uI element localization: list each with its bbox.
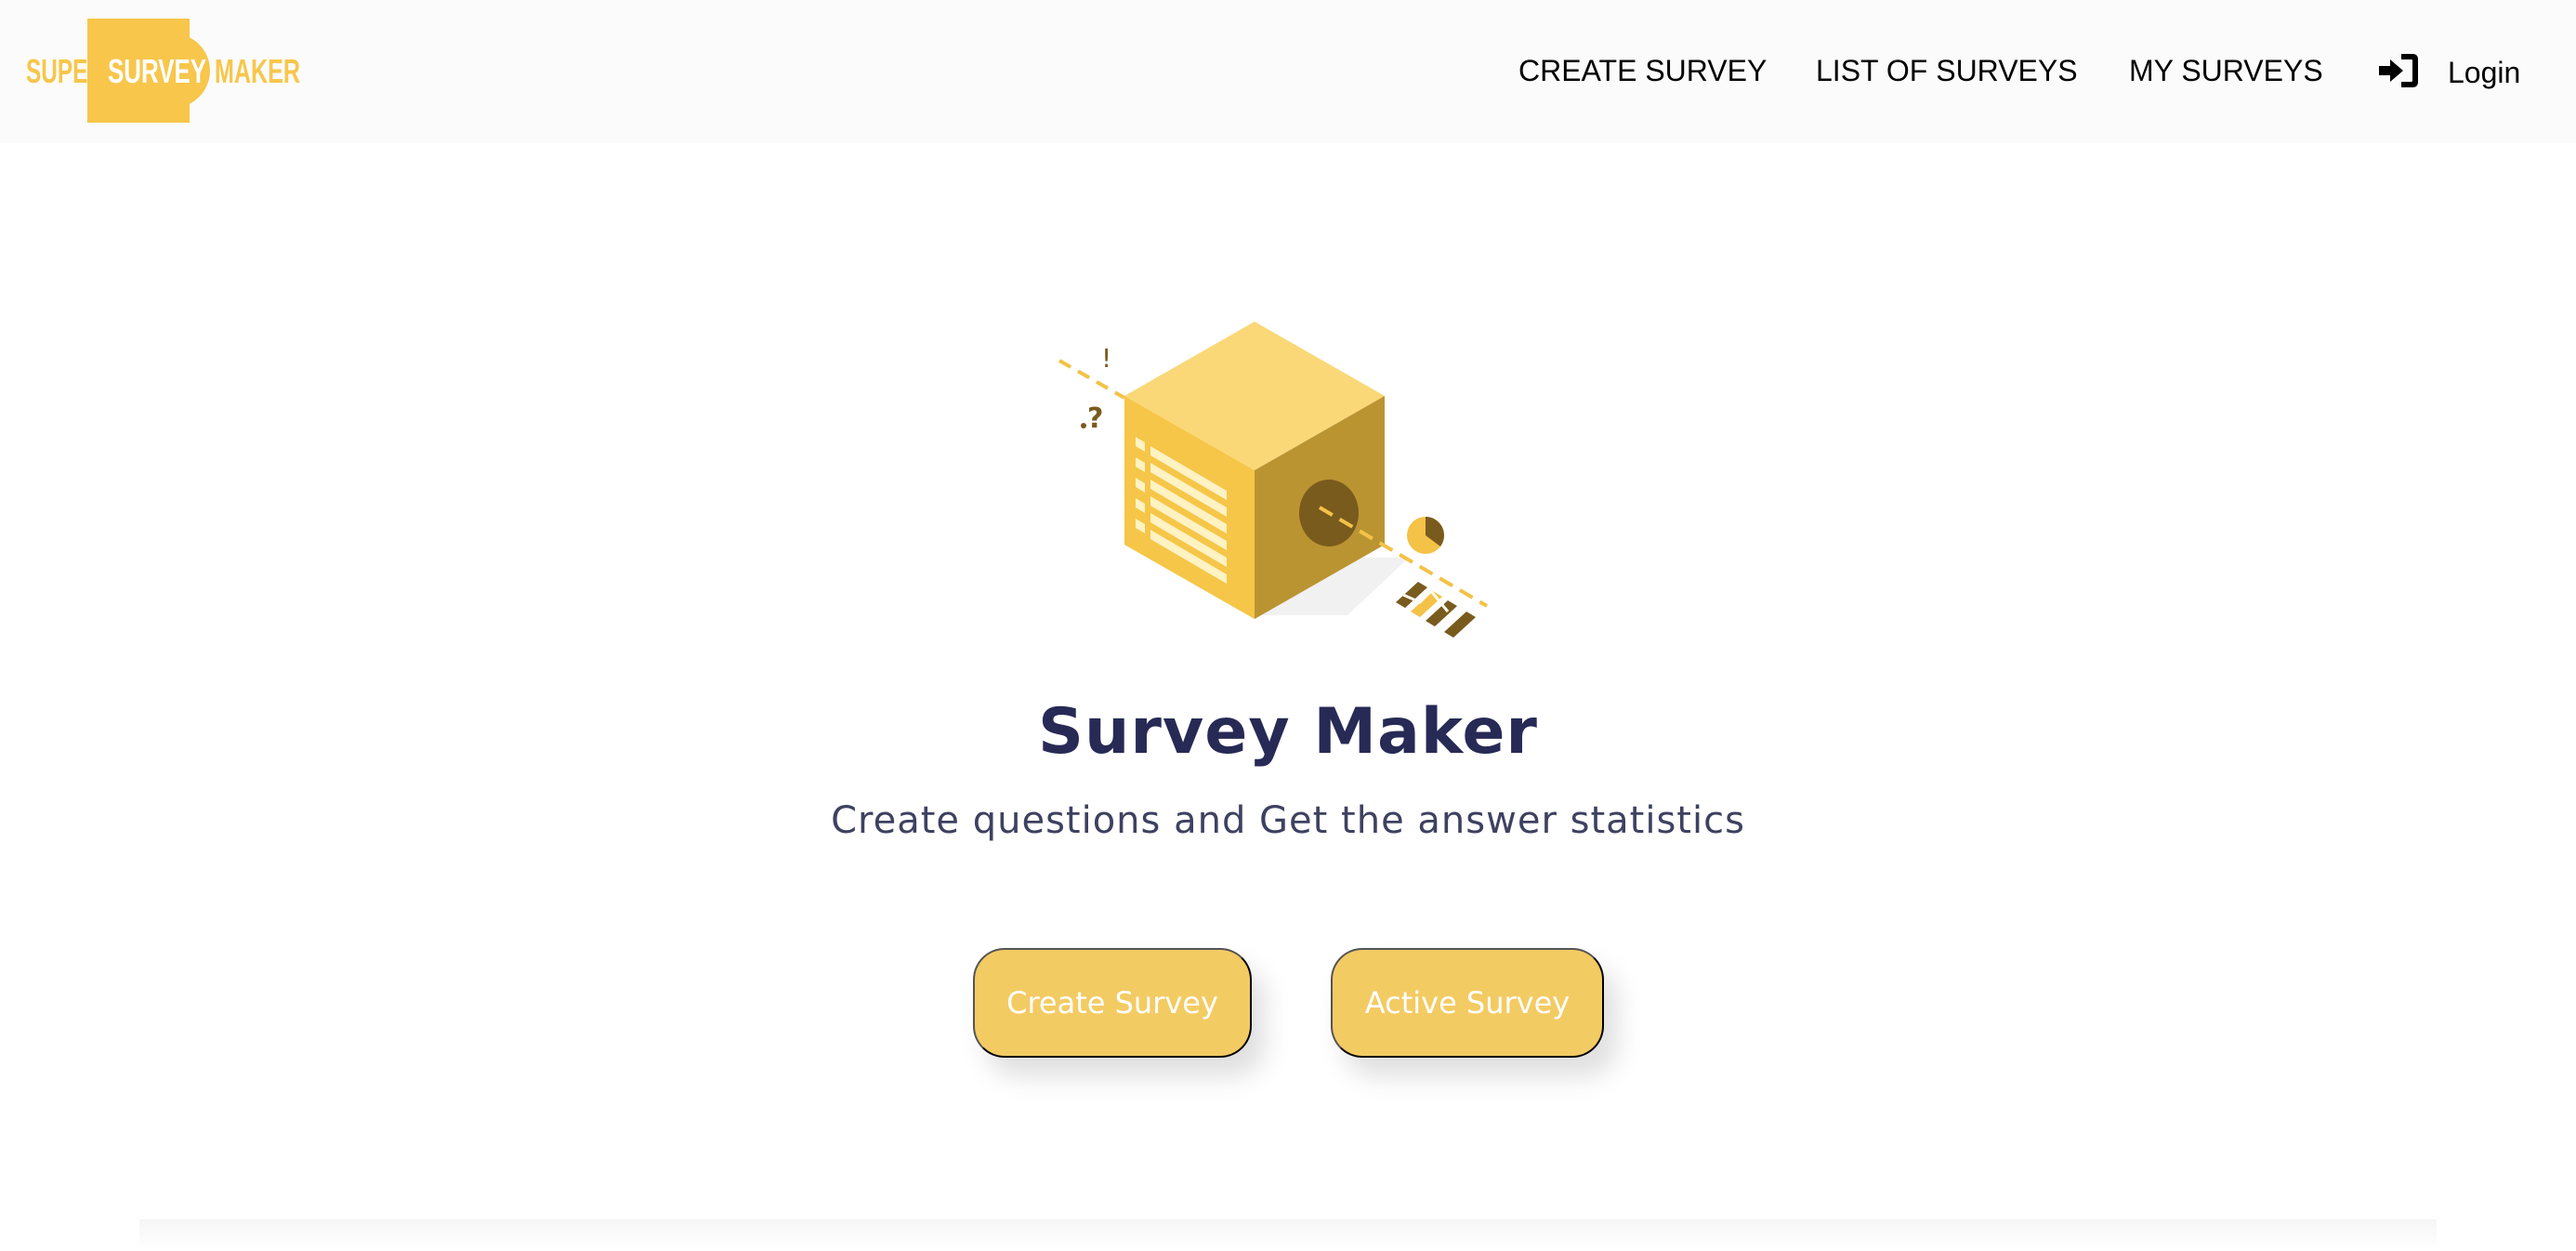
- active-survey-button[interactable]: Active Survey: [1331, 948, 1604, 1058]
- nav-my-surveys-link[interactable]: MY SURVEYS: [2129, 48, 2323, 93]
- page-subtitle: Create questions and Get the answer stat…: [831, 799, 1745, 842]
- sign-in-icon: [2379, 54, 2418, 87]
- section-divider: [139, 1219, 2437, 1251]
- login-label: Login: [2448, 56, 2521, 89]
- svg-text:!: !: [1101, 343, 1111, 374]
- svg-text:?: ?: [1087, 402, 1103, 435]
- svg-text:SUPER: SUPER: [26, 52, 104, 90]
- page-title: Survey Maker: [1038, 695, 1538, 769]
- super-survey-maker-logo[interactable]: SUPER SURVEY MAKER: [24, 19, 303, 123]
- nav-list-of-surveys-link[interactable]: LIST OF SURVEYS: [1816, 48, 2078, 93]
- svg-text:MAKER: MAKER: [215, 52, 300, 90]
- create-survey-button[interactable]: Create Survey: [973, 948, 1252, 1058]
- svg-text:SURVEY: SURVEY: [108, 52, 206, 90]
- nav-create-survey-link[interactable]: CREATE SURVEY: [1518, 48, 1767, 93]
- survey-box-illustration: ! ?: [1058, 322, 1489, 638]
- top-navbar: SUPER SURVEY MAKER CREATE SURVEY LIST OF…: [0, 0, 2576, 143]
